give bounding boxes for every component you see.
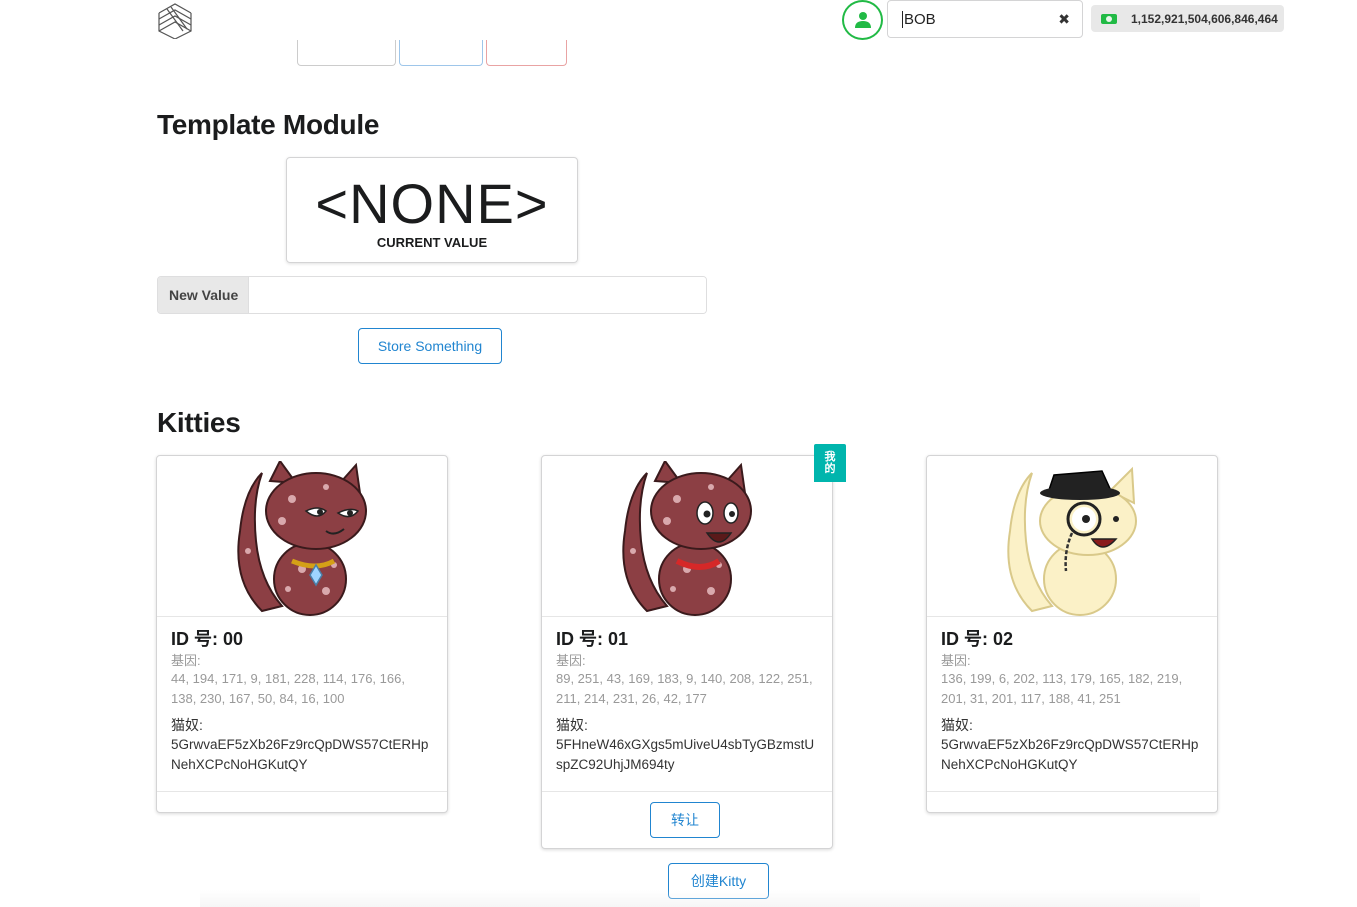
- kitty-id: ID 号: 00: [171, 629, 244, 649]
- kitty-id: ID 号: 01: [556, 629, 629, 649]
- kitty-extra: 转让: [542, 792, 832, 848]
- app-logo-icon: [156, 1, 194, 40]
- kitty-card: ID 号: 01 基因: 89, 251, 43, 169, 183, 9, 1…: [541, 455, 833, 849]
- kitty-owner-label: 猫奴:: [171, 717, 203, 733]
- text-cursor: [902, 10, 903, 28]
- account-avatar[interactable]: [842, 0, 883, 40]
- mine-ribbon-char: 的: [824, 463, 836, 475]
- kitty-genes: 136, 199, 6, 202, 113, 179, 165, 182, 21…: [941, 671, 1183, 706]
- kitty-owner: 5FHneW46xGXgs5mUiveU4sbTyGBzmstUspZC92Uh…: [556, 737, 815, 772]
- cat-icon: [1007, 466, 1137, 616]
- user-icon: [854, 12, 871, 28]
- cut-off-button[interactable]: [399, 40, 483, 66]
- kitty-image: [927, 456, 1217, 617]
- kitty-genes-label: 基因:: [171, 653, 201, 668]
- transfer-button[interactable]: 转让: [650, 802, 720, 838]
- clear-icon[interactable]: ✖: [1058, 11, 1070, 28]
- account-selector-value: BOB: [904, 10, 936, 28]
- kitty-extra: [157, 792, 447, 812]
- cut-off-button[interactable]: [297, 40, 396, 66]
- current-value-statistic: <NONE> CURRENT VALUE: [286, 157, 578, 263]
- balance-value: 1,152,921,504,606,846,464: [1131, 11, 1278, 26]
- new-value-field: New Value: [157, 276, 707, 314]
- kitty-card: ID 号: 00 基因: 44, 194, 171, 9, 181, 228, …: [156, 455, 448, 813]
- kitty-content: ID 号: 01 基因: 89, 251, 43, 169, 183, 9, 1…: [542, 617, 832, 792]
- kitty-card: ID 号: 02 基因: 136, 199, 6, 202, 113, 179,…: [926, 455, 1218, 813]
- cut-off-button[interactable]: [486, 40, 567, 66]
- cat-icon: [622, 461, 752, 616]
- kitty-image: [542, 456, 832, 617]
- bottom-shadow: [200, 890, 1200, 907]
- current-value-label: CURRENT VALUE: [376, 235, 488, 250]
- kitty-extra: [927, 792, 1217, 812]
- balance-badge: 1,152,921,504,606,846,464: [1091, 5, 1284, 32]
- cat-icon: [237, 461, 367, 616]
- new-value-input[interactable]: [248, 277, 706, 313]
- kitty-id: ID 号: 02: [941, 629, 1014, 649]
- kitty-owner: 5GrwvaEF5zXb26Fz9rcQpDWS57CtERHpNehXCPcN…: [941, 737, 1199, 772]
- kitty-image: [157, 456, 447, 617]
- store-something-button[interactable]: Store Something: [358, 328, 502, 364]
- kitty-genes-label: 基因:: [941, 653, 971, 668]
- kitty-genes: 44, 194, 171, 9, 181, 228, 114, 176, 166…: [171, 671, 405, 706]
- kitty-owner-label: 猫奴:: [941, 717, 973, 733]
- mine-ribbon: 我 的: [814, 444, 846, 482]
- new-value-label: New Value: [158, 277, 248, 313]
- mine-ribbon-char: 我: [824, 451, 836, 463]
- kitty-content: ID 号: 02 基因: 136, 199, 6, 202, 113, 179,…: [927, 617, 1217, 792]
- kitty-owner-label: 猫奴:: [556, 717, 588, 733]
- kitty-owner: 5GrwvaEF5zXb26Fz9rcQpDWS57CtERHpNehXCPcN…: [171, 737, 429, 772]
- kitties-title: Kitties: [157, 407, 241, 438]
- money-icon: [1101, 13, 1117, 24]
- account-selector[interactable]: BOB ✖: [887, 0, 1083, 38]
- template-module-title: Template Module: [157, 109, 380, 140]
- current-value: <NONE>: [315, 172, 549, 235]
- kitty-genes: 89, 251, 43, 169, 183, 9, 140, 208, 122,…: [556, 671, 813, 706]
- kitty-genes-label: 基因:: [556, 653, 586, 668]
- kitty-content: ID 号: 00 基因: 44, 194, 171, 9, 181, 228, …: [157, 617, 447, 792]
